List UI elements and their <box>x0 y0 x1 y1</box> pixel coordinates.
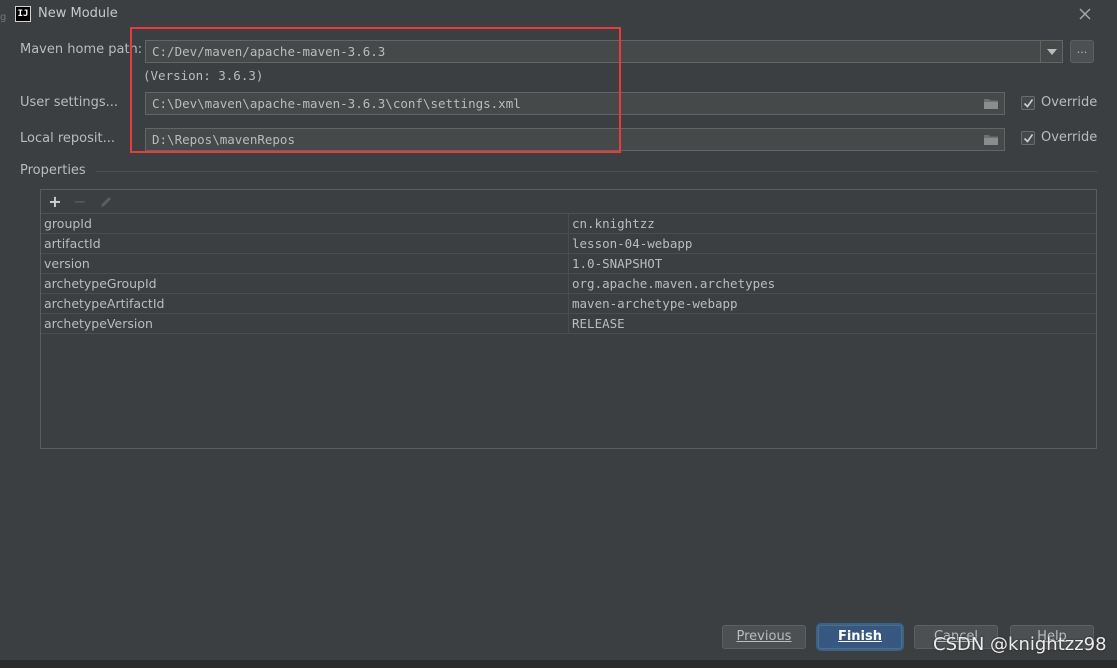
table-row[interactable]: artifactId lesson-04-webapp <box>41 234 1096 254</box>
local-repository-override-checkbox[interactable] <box>1021 131 1035 145</box>
properties-toolbar: + − <box>41 190 1096 214</box>
column-divider <box>568 314 569 334</box>
properties-separator <box>96 171 1097 172</box>
table-row[interactable]: version 1.0-SNAPSHOT <box>41 254 1096 274</box>
properties-title: Properties <box>20 163 86 178</box>
property-value[interactable]: org.apache.maven.archetypes <box>572 274 775 293</box>
remove-icon[interactable]: − <box>70 192 90 212</box>
property-value[interactable]: cn.knightzz <box>572 214 655 233</box>
column-divider <box>568 214 569 234</box>
property-key: archetypeArtifactId <box>44 296 165 311</box>
table-row[interactable]: archetypeGroupId org.apache.maven.archety… <box>41 274 1096 294</box>
close-icon[interactable] <box>1074 3 1096 25</box>
property-value[interactable]: RELEASE <box>572 314 625 333</box>
add-icon[interactable]: + <box>45 192 65 212</box>
title-bar: IJ New Module <box>0 0 1117 28</box>
property-key: groupId <box>44 216 92 231</box>
column-divider <box>568 254 569 274</box>
finish-button[interactable]: Finish <box>818 625 902 649</box>
maven-home-path-label: Maven home path: <box>20 42 143 57</box>
previous-button[interactable]: Previous <box>722 625 806 649</box>
property-key: version <box>44 256 90 271</box>
maven-home-browse-button[interactable]: ... <box>1070 40 1094 63</box>
table-row[interactable]: archetypeVersion RELEASE <box>41 314 1096 334</box>
property-key: artifactId <box>44 236 101 251</box>
property-key: archetypeGroupId <box>44 276 157 291</box>
intellij-logo-icon: IJ <box>15 6 31 22</box>
property-key: archetypeVersion <box>44 316 153 331</box>
background-strip <box>0 660 1117 668</box>
folder-icon[interactable] <box>983 133 999 146</box>
property-value[interactable]: lesson-04-webapp <box>572 234 692 253</box>
dropdown-arrow-icon[interactable] <box>1040 41 1062 62</box>
column-divider <box>568 294 569 314</box>
local-repository-label: Local reposit... <box>20 131 115 146</box>
user-settings-override-label: Override <box>1041 95 1098 110</box>
user-settings-override-checkbox[interactable] <box>1021 96 1035 110</box>
column-divider <box>568 274 569 294</box>
column-divider <box>568 234 569 254</box>
local-repository-override-label: Override <box>1041 130 1098 145</box>
annotation-highlight-box <box>130 27 621 153</box>
user-settings-label: User settings... <box>20 95 119 110</box>
window-title: New Module <box>38 6 118 21</box>
properties-panel: + − groupId cn.knightzz artifactId lesson-0… <box>40 189 1097 449</box>
watermark: CSDN @knightzz98 <box>933 634 1107 655</box>
property-value[interactable]: maven-archetype-webapp <box>572 294 738 313</box>
table-row[interactable]: groupId cn.knightzz <box>41 214 1096 234</box>
property-value[interactable]: 1.0-SNAPSHOT <box>572 254 662 273</box>
edit-pencil-icon[interactable] <box>96 192 116 212</box>
table-row[interactable]: archetypeArtifactId maven-archetype-webap… <box>41 294 1096 314</box>
folder-icon[interactable] <box>983 97 999 110</box>
